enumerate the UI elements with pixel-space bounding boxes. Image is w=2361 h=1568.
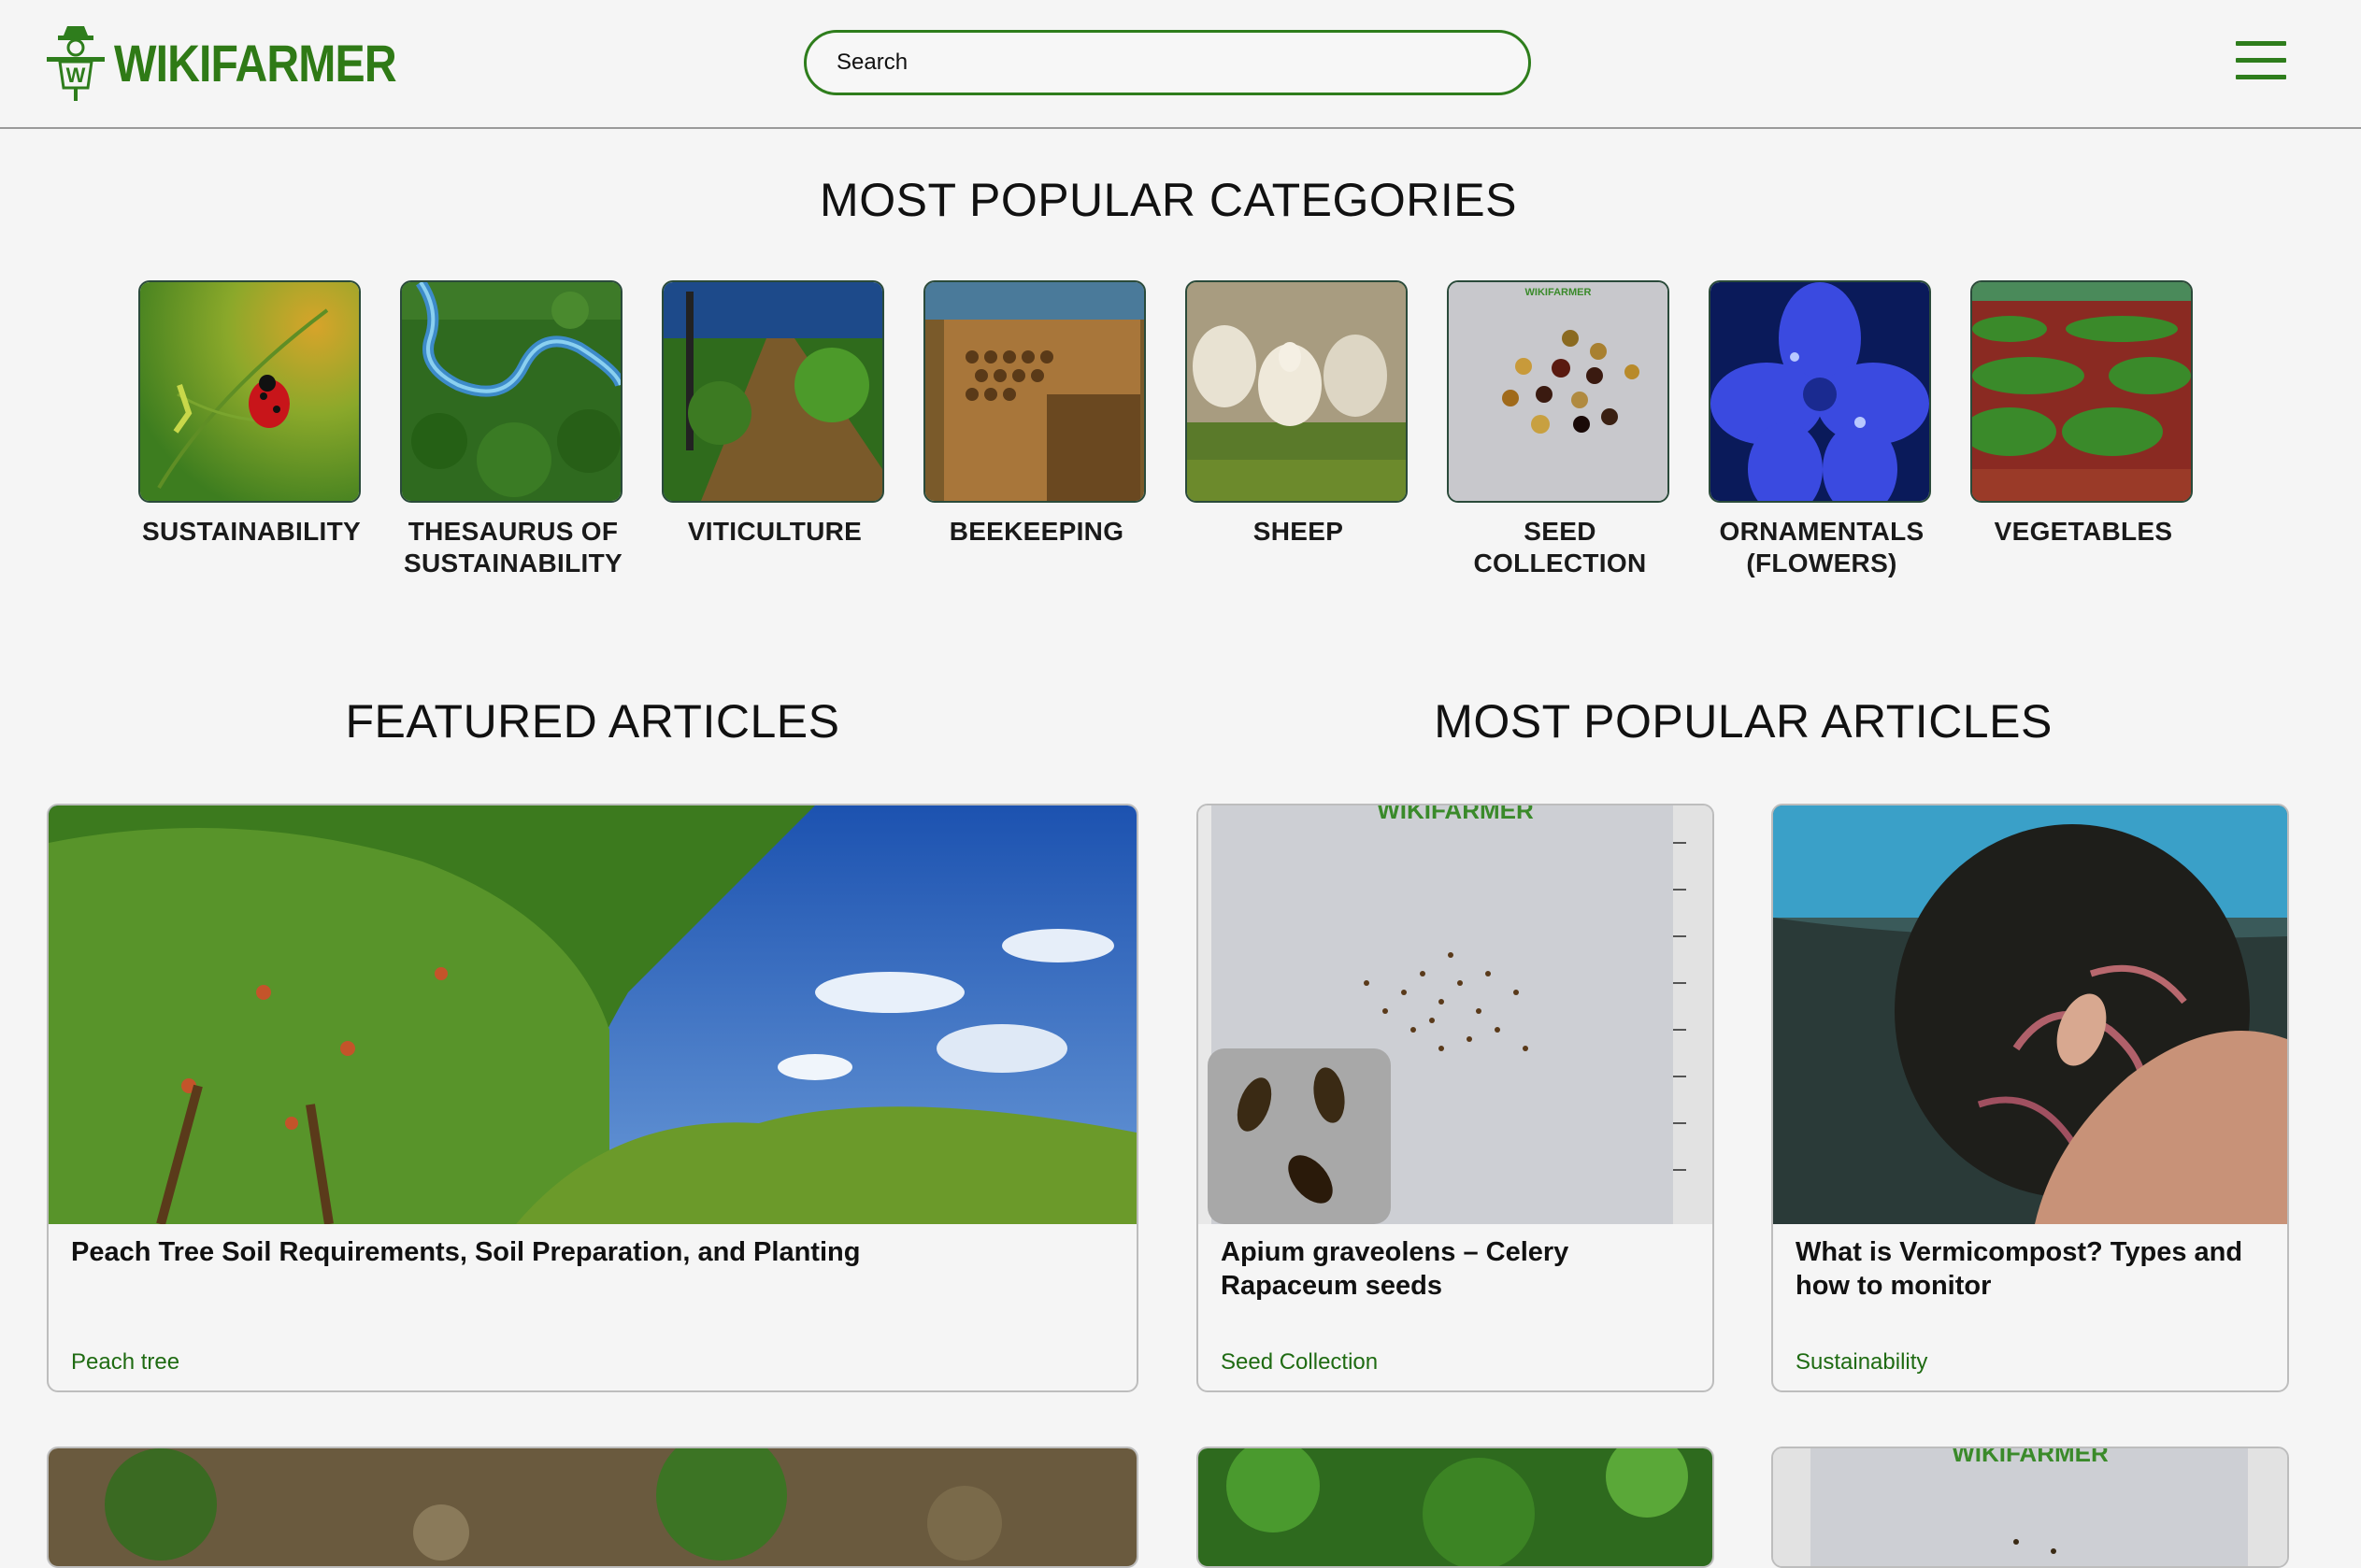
vineyard-image (662, 280, 884, 503)
seeds-image: WIKIFARMER (1447, 280, 1669, 503)
popular-article-card[interactable]: WIKIFARMER (1771, 1447, 2289, 1568)
scarecrow-logo-icon: W (47, 26, 105, 101)
category-label-line2: (FLOWERS) (1746, 549, 1897, 577)
category-sustainability[interactable]: SUSTAINABILITY (138, 280, 365, 579)
seeds-ruler-image: WIKIFARMER (1773, 1448, 2287, 1566)
vermicompost-image (1773, 805, 2287, 1224)
categories-heading: MOST POPULAR CATEGORIES (820, 174, 1517, 226)
popular-article-card[interactable]: WIKIFARMER Apium graveolens – Celery Rap… (1196, 804, 1714, 1392)
logo-text: WIKIFARMER (114, 33, 397, 93)
article-title[interactable]: Peach Tree Soil Requirements, Soil Prepa… (71, 1235, 1109, 1269)
peach-tree-image (49, 805, 1137, 1224)
search-bar[interactable] (804, 30, 1531, 95)
featured-article-card[interactable] (47, 1447, 1138, 1568)
category-viticulture[interactable]: VITICULTURE (662, 280, 888, 579)
seed-watermark: WIKIFARMER (1952, 1448, 2109, 1467)
category-label-line2: SUSTAINABILITY (404, 549, 622, 577)
hamburger-menu-icon[interactable] (2236, 41, 2286, 82)
category-label: VEGETABLES (1994, 517, 2173, 546)
category-sheep[interactable]: SHEEP (1185, 280, 1411, 579)
category-ornamentals[interactable]: ORNAMENTALS (FLOWERS) (1709, 280, 1935, 579)
article-category-tag[interactable]: Sustainability (1796, 1349, 1927, 1376)
ladybug-image (138, 280, 361, 503)
category-list: SUSTAINABILITY THESAURUS OF SUSTAINABILIT… (138, 280, 2232, 579)
article-title[interactable]: What is Vermicompost? Types and how to m… (1796, 1235, 2259, 1303)
site-logo[interactable]: W WIKIFARMER (43, 22, 442, 103)
category-label: SEED COLLECTION (1473, 517, 1647, 577)
category-label: SUSTAINABILITY (142, 517, 361, 546)
category-label: ORNAMENTALS (1719, 517, 1925, 546)
featured-articles-heading: FEATURED ARTICLES (345, 695, 840, 748)
category-beekeeping[interactable]: BEEKEEPING (923, 280, 1150, 579)
category-seed-collection[interactable]: WIKIFARMER SEED COLLECTION (1447, 280, 1673, 579)
site-header: W WIKIFARMER (0, 0, 2361, 129)
vegetable-field-image (1970, 280, 2193, 503)
category-label: VITICULTURE (687, 517, 863, 546)
menu-line (2236, 58, 2286, 63)
category-label: BEEKEEPING (949, 517, 1124, 546)
popular-articles-heading: MOST POPULAR ARTICLES (1434, 695, 2053, 748)
category-vegetables[interactable]: VEGETABLES (1970, 280, 2196, 579)
article-category-tag[interactable]: Peach tree (71, 1349, 179, 1376)
popular-article-card[interactable] (1196, 1447, 1714, 1568)
svg-text:W: W (66, 64, 86, 87)
seed-watermark: WIKIFARMER (1377, 805, 1534, 824)
popular-article-card[interactable]: What is Vermicompost? Types and how to m… (1771, 804, 2289, 1392)
category-thesaurus-of-sustainability[interactable]: THESAURUS OF SUSTAINABILITY (400, 280, 626, 579)
featured-article-card[interactable]: Peach Tree Soil Requirements, Soil Prepa… (47, 804, 1138, 1392)
search-input[interactable] (835, 49, 1493, 77)
blue-flower-image (1709, 280, 1931, 503)
category-label: THESAURUS OF (408, 517, 619, 546)
celery-seeds-image: WIKIFARMER (1198, 805, 1712, 1224)
article-category-tag[interactable]: Seed Collection (1221, 1349, 1378, 1376)
category-label: SHEEP (1252, 517, 1344, 546)
honeycomb-image (923, 280, 1146, 503)
sheep-image (1185, 280, 1408, 503)
mulch-soil-image (49, 1448, 1137, 1566)
green-leaves-image (1198, 1448, 1712, 1566)
seed-watermark: WIKIFARMER (1525, 287, 1592, 298)
river-forest-image (400, 280, 622, 503)
article-title[interactable]: Apium graveolens – Celery Rapaceum seeds (1221, 1235, 1684, 1303)
menu-line (2236, 41, 2286, 46)
menu-line (2236, 75, 2286, 79)
